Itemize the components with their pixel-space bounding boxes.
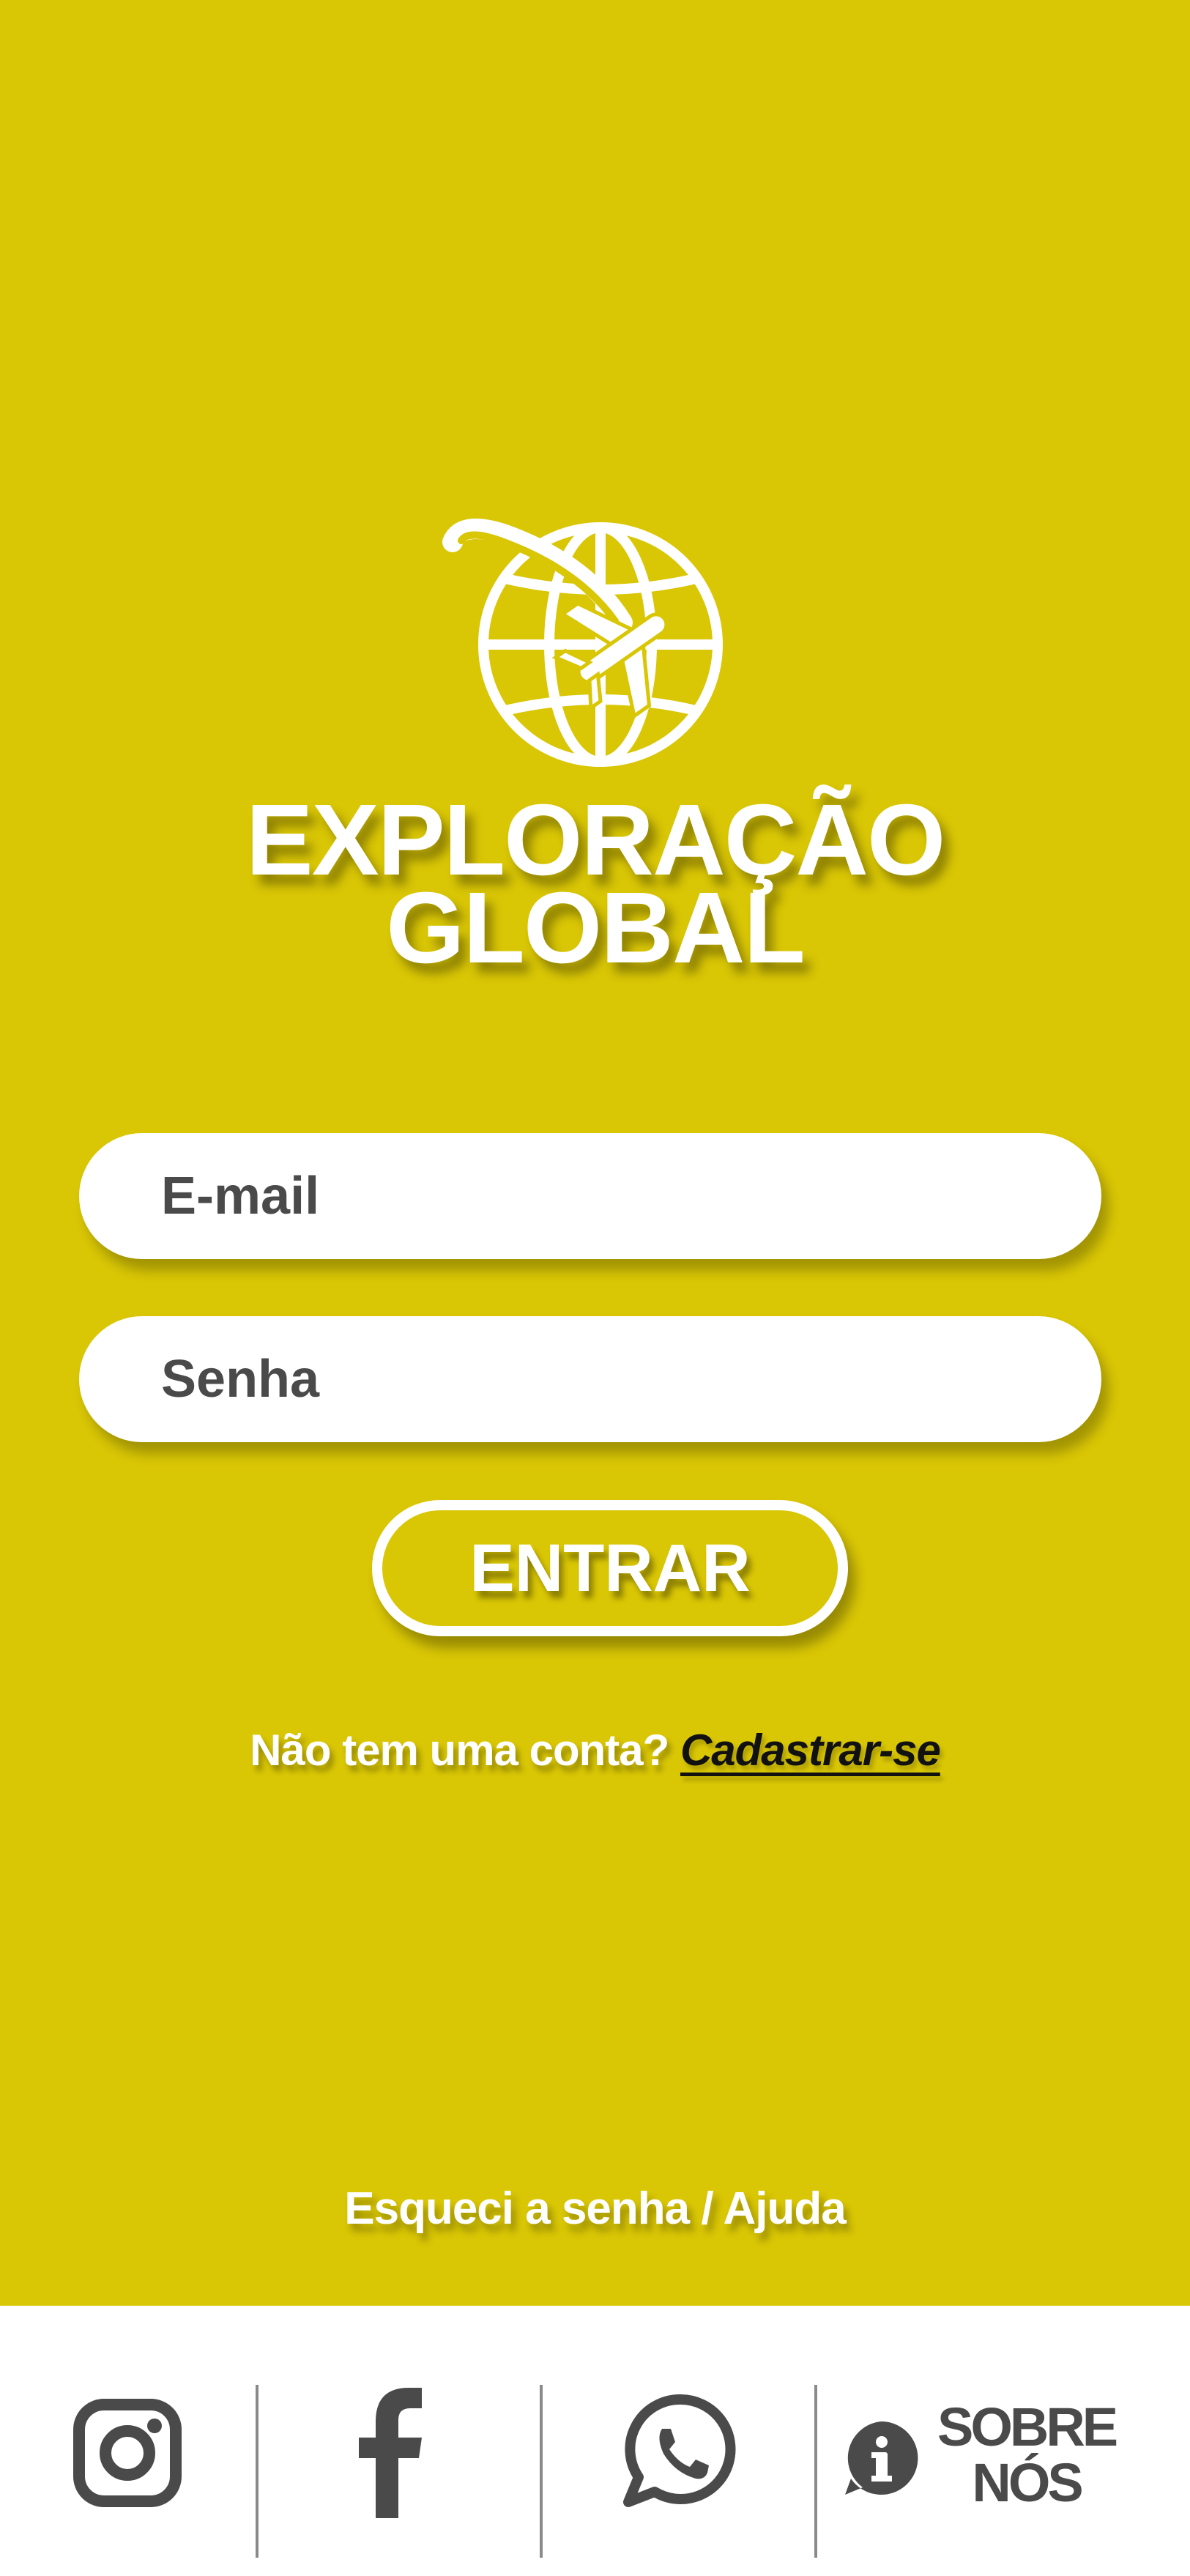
about-us-label-line1: SOBRE bbox=[937, 2397, 1118, 2457]
password-field-container bbox=[79, 1316, 1101, 1442]
email-field-container bbox=[79, 1133, 1101, 1259]
facebook-icon[interactable] bbox=[357, 2386, 423, 2518]
info-icon bbox=[845, 2421, 918, 2495]
app-title-line2: GLOBAL bbox=[386, 872, 806, 984]
about-us-label: SOBRE NÓS bbox=[937, 2397, 1118, 2513]
footer-divider bbox=[540, 2385, 543, 2558]
signup-question: Não tem uma conta? bbox=[250, 1726, 669, 1775]
forgot-password-link[interactable]: Esqueci a senha / Ajuda bbox=[0, 2183, 1190, 2235]
footer-divider bbox=[814, 2385, 817, 2558]
signup-prompt: Não tem uma conta? Cadastrar-se bbox=[0, 1725, 1190, 1775]
login-button[interactable]: ENTRAR bbox=[372, 1500, 848, 1636]
password-field[interactable] bbox=[79, 1316, 1101, 1442]
footer-divider bbox=[256, 2385, 259, 2558]
about-us-button[interactable]: SOBRE NÓS bbox=[842, 2394, 1135, 2540]
instagram-icon[interactable] bbox=[72, 2397, 183, 2509]
login-screen: EXPLORAÇÃO GLOBAL ENTRAR Não tem uma con… bbox=[0, 0, 1190, 2306]
globe-with-airplane-icon bbox=[442, 519, 723, 767]
email-field[interactable] bbox=[79, 1133, 1101, 1259]
about-us-label-line2: NÓS bbox=[972, 2452, 1083, 2513]
footer-bar: SOBRE NÓS bbox=[0, 2306, 1190, 2576]
whatsapp-icon[interactable] bbox=[622, 2392, 740, 2511]
signup-link[interactable]: Cadastrar-se bbox=[680, 1726, 941, 1775]
